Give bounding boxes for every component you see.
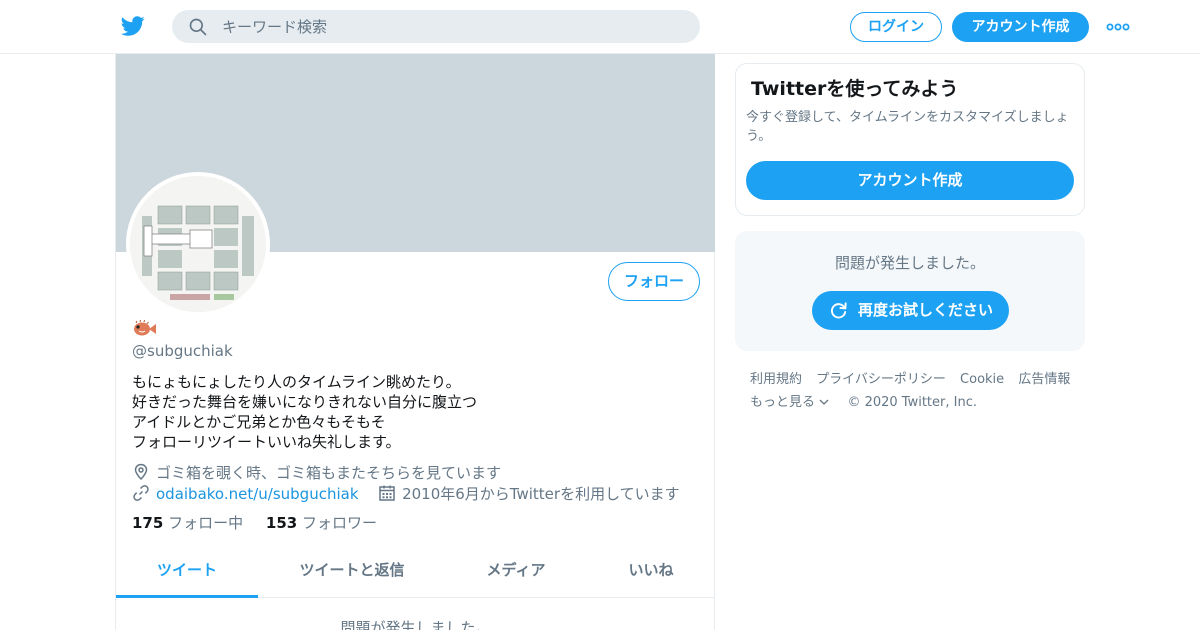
search-bar[interactable] <box>172 10 700 43</box>
profile-joined-date: 2010年6月からTwitterを利用しています <box>402 485 680 503</box>
footer-links-row: 利用規約 プライバシーポリシー Cookie 広告情報 <box>750 368 1090 391</box>
followers-count: 153 <box>265 514 298 532</box>
avatar[interactable] <box>126 172 270 316</box>
location-pin-icon <box>134 463 148 481</box>
following-label: フォロー中 <box>168 514 244 532</box>
followers-stat[interactable]: 153 フォロワー <box>266 512 377 533</box>
tab-likes[interactable]: いいね <box>606 544 696 598</box>
bio-line: もにょもにょしたり人のタイムライン眺めたり。 <box>132 373 461 391</box>
tab-tweets-and-replies[interactable]: ツイートと返信 <box>278 544 426 598</box>
sidebar-signup-button[interactable]: アカウント作成 <box>746 161 1074 200</box>
tab-tweets[interactable]: ツイート <box>116 544 258 598</box>
top-navigation-bar: ログイン アカウント作成 <box>0 0 1200 54</box>
signup-prompt-title: Twitterを使ってみよう <box>751 78 959 100</box>
login-button[interactable]: ログイン <box>850 12 942 42</box>
pufferfish-emoji-icon <box>134 319 156 336</box>
retry-button-label: 再度お試しください <box>858 301 994 319</box>
profile-stats: 175 フォロー中 153 フォロワー <box>132 512 395 533</box>
footer-more-row: もっと見る © 2020 Twitter, Inc. <box>750 391 1090 414</box>
search-input[interactable] <box>222 10 682 43</box>
follow-button[interactable]: フォロー <box>608 262 700 301</box>
following-stat[interactable]: 175 フォロー中 <box>132 512 243 533</box>
timeline-error-message: 問題が発生しました。 <box>340 619 491 630</box>
refresh-icon <box>831 302 847 319</box>
profile-bio: もにょもにょしたり人のタイムライン眺めたり。 好きだった舞台を嫌いになりきれない… <box>132 372 692 452</box>
footer-copyright: © 2020 Twitter, Inc. <box>847 395 977 410</box>
link-icon <box>133 485 149 501</box>
following-count: 175 <box>132 514 164 532</box>
profile-url-joined-row: odaibako.net/u/subguchiak 2010年6月からTwitt… <box>132 483 680 504</box>
profile-location-row: ゴミ箱を覗く時、ゴミ箱もまたそちらを見ています <box>132 462 501 483</box>
sidebar-error-message: 問題が発生しました。 <box>834 254 985 272</box>
footer-link-cookie[interactable]: Cookie <box>960 372 1004 387</box>
signup-prompt-description: 今すぐ登録して、タイムラインをカスタマイズしましょう。 <box>746 110 1069 144</box>
bio-line: 好きだった舞台を嫌いになりきれない自分に腹立つ <box>132 393 478 411</box>
bio-line: フォローリツイートいいね失礼します。 <box>132 433 401 451</box>
profile-location: ゴミ箱を覗く時、ゴミ箱もまたそちらを見ています <box>156 464 502 482</box>
chevron-down-icon <box>819 399 829 405</box>
more-options-icon[interactable] <box>1106 17 1130 37</box>
twitter-bird-icon[interactable] <box>120 14 146 38</box>
search-icon <box>189 18 207 36</box>
footer-link-terms[interactable]: 利用規約 <box>750 372 802 387</box>
profile-handle[interactable]: @subguchiak <box>132 342 233 360</box>
tab-media[interactable]: メディア <box>466 544 566 598</box>
footer-more-link[interactable]: もっと見る <box>750 395 833 410</box>
footer-more-label: もっと見る <box>750 395 816 410</box>
sidebar-error-card: 問題が発生しました。 再度お試しください <box>735 231 1085 351</box>
calendar-icon <box>379 485 395 501</box>
footer-link-ads-info[interactable]: 広告情報 <box>1018 372 1070 387</box>
signup-button[interactable]: アカウント作成 <box>952 12 1089 42</box>
followers-label: フォロワー <box>301 514 377 532</box>
sidebar-footer: 利用規約 プライバシーポリシー Cookie 広告情報 もっと見る © 2020… <box>750 368 1090 414</box>
profile-column: フォロー @subguchiak もにょもにょしたり人のタイムライン眺めたり。 … <box>115 54 715 630</box>
retry-button[interactable]: 再度お試しください <box>812 291 1009 330</box>
signup-prompt-card: Twitterを使ってみよう 今すぐ登録して、タイムラインをカスタマイズしましょ… <box>735 63 1085 216</box>
avatar-seat-map-image <box>130 176 266 312</box>
bio-line: アイドルとかご兄弟とか色々もそもそ <box>132 413 386 431</box>
profile-tabs: ツイート ツイートと返信 メディア いいね <box>116 544 715 598</box>
footer-link-privacy[interactable]: プライバシーポリシー <box>816 372 946 387</box>
profile-url-link[interactable]: odaibako.net/u/subguchiak <box>156 485 359 503</box>
